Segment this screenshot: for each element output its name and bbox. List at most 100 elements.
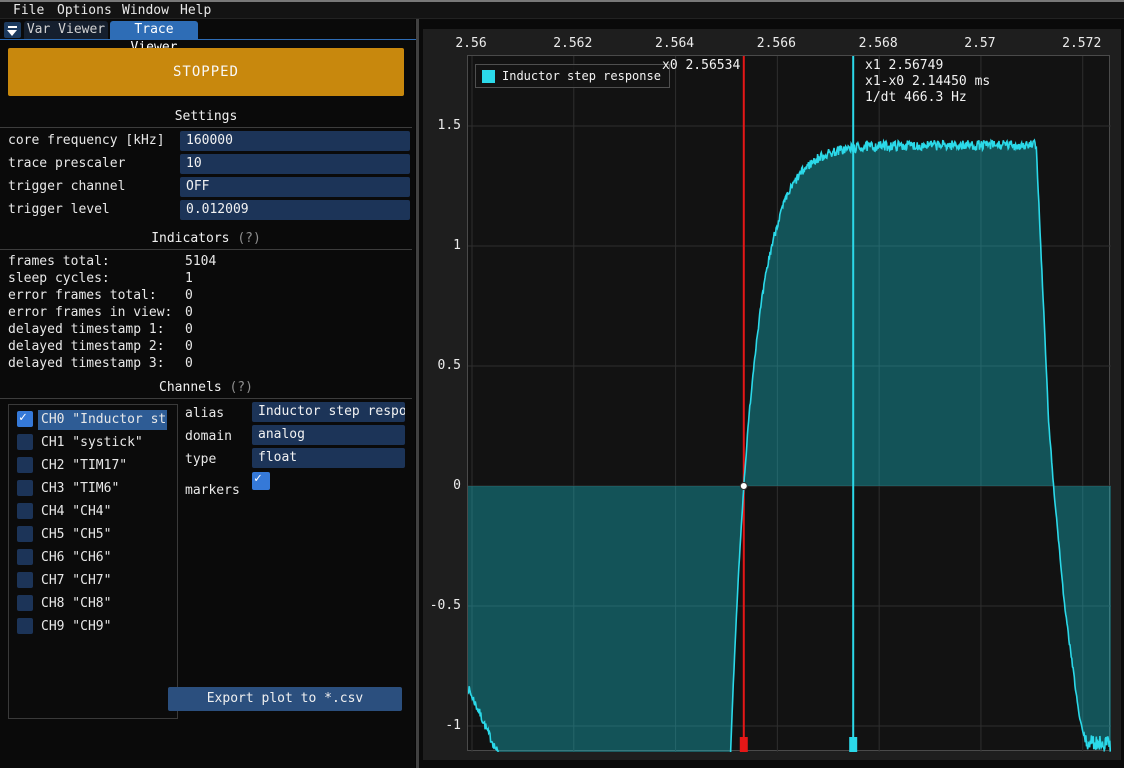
channel-checkbox-ch8[interactable] (17, 595, 33, 611)
channel-checkbox-ch7[interactable] (17, 572, 33, 588)
channel-row-ch8[interactable]: CH8 "CH8" (9, 593, 177, 616)
channel-checkbox-ch3[interactable] (17, 480, 33, 496)
indicator-label: error frames in view: (8, 304, 172, 321)
x-tick-label: 2.57 (950, 36, 1010, 50)
channel-checkbox-ch5[interactable] (17, 526, 33, 542)
setting-label: trigger channel (8, 177, 125, 197)
help-icon[interactable]: (?) (237, 231, 260, 246)
menu-options[interactable]: Options (57, 3, 112, 18)
setting-input[interactable]: 160000 (180, 131, 410, 151)
tab-list-popup-button[interactable] (4, 22, 21, 38)
channel-checkbox-ch4[interactable] (17, 503, 33, 519)
channel-row-ch7[interactable]: CH7 "CH7" (9, 570, 177, 593)
marker-x0-handle[interactable] (740, 737, 748, 752)
app-window: File Options Window Help Var Viewer Trace V… (0, 0, 1124, 768)
channel-label: CH6 "CH6" (41, 548, 167, 568)
type-label: type (185, 450, 216, 470)
help-icon[interactable]: (?) (229, 380, 252, 395)
channel-label: CH0 "Inductor st (41, 410, 167, 430)
plot-panel: 2.562.5622.5642.5662.5682.572.572 1.510.… (419, 19, 1124, 768)
setting-input[interactable]: 0.012009 (180, 200, 410, 220)
marker-x1-handle[interactable] (849, 737, 857, 752)
indicator-value: 5104 (185, 253, 216, 270)
channel-checkbox-ch1[interactable] (17, 434, 33, 450)
setting-input[interactable]: OFF (180, 177, 410, 197)
indicator-label: delayed timestamp 2: (8, 338, 165, 355)
acquisition-state-button[interactable]: STOPPED (8, 48, 404, 96)
plot-legend[interactable]: Inductor step response (475, 64, 670, 88)
indicator-label: sleep cycles: (8, 270, 110, 287)
setting-input[interactable]: 10 (180, 154, 410, 174)
marker-x1-label: x1 2.56749 x1-x0 2.14450 ms 1/dt 466.3 H… (865, 58, 990, 106)
sidebar-panel: Var Viewer Trace Viewer STOPPED Settings… (0, 19, 415, 768)
x-tick-label: 2.572 (1052, 36, 1112, 50)
menu-bar: File Options Window Help (0, 2, 1124, 19)
indicator-label: error frames total: (8, 287, 157, 304)
separator (0, 127, 412, 128)
channel-row-ch9[interactable]: CH9 "CH9" (9, 616, 177, 639)
indicator-value: 0 (185, 304, 193, 321)
y-tick-label: -1 (421, 718, 461, 732)
indicator-value: 0 (185, 287, 193, 304)
plot-frame: 2.562.5622.5642.5662.5682.572.572 1.510.… (423, 29, 1121, 760)
channel-row-ch1[interactable]: CH1 "systick" (9, 432, 177, 455)
tab-var-viewer[interactable]: Var Viewer (24, 21, 108, 39)
indicators-header: Indicators (?) (0, 231, 412, 246)
channel-label: CH2 "TIM17" (41, 456, 167, 476)
x-tick-label: 2.562 (543, 36, 603, 50)
markers-checkbox[interactable] (252, 472, 270, 490)
channel-checkbox-ch9[interactable] (17, 618, 33, 634)
channels-header: Channels (?) (0, 380, 412, 395)
marker-x0-label: x0 2.56534 (662, 58, 740, 74)
tab-list-icon (8, 26, 17, 28)
trace-fill-area (468, 140, 1111, 752)
tab-trace-viewer[interactable]: Trace Viewer (110, 21, 198, 39)
channel-row-ch4[interactable]: CH4 "CH4" (9, 501, 177, 524)
setting-label: core frequency [kHz] (8, 131, 165, 151)
channel-row-ch3[interactable]: CH3 "TIM6" (9, 478, 177, 501)
y-tick-label: 1.5 (421, 118, 461, 132)
export-csv-button[interactable]: Export plot to *.csv (168, 687, 402, 711)
channel-row-ch0[interactable]: CH0 "Inductor st (9, 409, 177, 432)
domain-label: domain (185, 427, 232, 447)
setting-label: trace prescaler (8, 154, 125, 174)
separator (0, 249, 412, 250)
menu-file[interactable]: File (13, 3, 44, 18)
channel-checkbox-ch2[interactable] (17, 457, 33, 473)
channel-row-ch2[interactable]: CH2 "TIM17" (9, 455, 177, 478)
y-tick-label: 0.5 (421, 358, 461, 372)
indicator-value: 0 (185, 338, 193, 355)
y-tick-label: 0 (421, 478, 461, 492)
indicator-value: 0 (185, 321, 193, 338)
plot-area[interactable]: Inductor step response x0 2.56534 x1 2.5… (467, 55, 1110, 751)
channel-row-ch6[interactable]: CH6 "CH6" (9, 547, 177, 570)
alias-label: alias (185, 404, 224, 424)
domain-select[interactable]: analog (252, 425, 405, 445)
x-tick-label: 2.566 (746, 36, 806, 50)
alias-input[interactable]: Inductor step respons (252, 402, 405, 422)
channel-label: CH3 "TIM6" (41, 479, 167, 499)
y-tick-label: -0.5 (421, 598, 461, 612)
menu-help[interactable]: Help (180, 3, 211, 18)
channel-label: CH1 "systick" (41, 433, 167, 453)
markers-label: markers (185, 481, 240, 501)
marker-cross-point[interactable] (740, 483, 747, 490)
type-select[interactable]: float (252, 448, 405, 468)
channel-label: CH9 "CH9" (41, 617, 167, 637)
channel-checkbox-ch6[interactable] (17, 549, 33, 565)
settings-header: Settings (0, 109, 412, 124)
channel-label: CH8 "CH8" (41, 594, 167, 614)
tab-bar-separator (0, 39, 419, 40)
indicator-label: delayed timestamp 1: (8, 321, 165, 338)
channel-row-ch5[interactable]: CH5 "CH5" (9, 524, 177, 547)
chevron-down-icon (7, 30, 17, 36)
channel-checkbox-ch0[interactable] (17, 411, 33, 427)
indicator-value: 1 (185, 270, 193, 287)
separator (0, 398, 412, 399)
series-name: Inductor step response (502, 69, 661, 83)
menu-window[interactable]: Window (122, 3, 169, 18)
channel-label: CH4 "CH4" (41, 502, 167, 522)
y-tick-label: 1 (421, 238, 461, 252)
x-tick-label: 2.564 (645, 36, 705, 50)
channel-list: CH0 "Inductor st CH1 "systick" CH2 "TIM17"… (8, 404, 178, 719)
